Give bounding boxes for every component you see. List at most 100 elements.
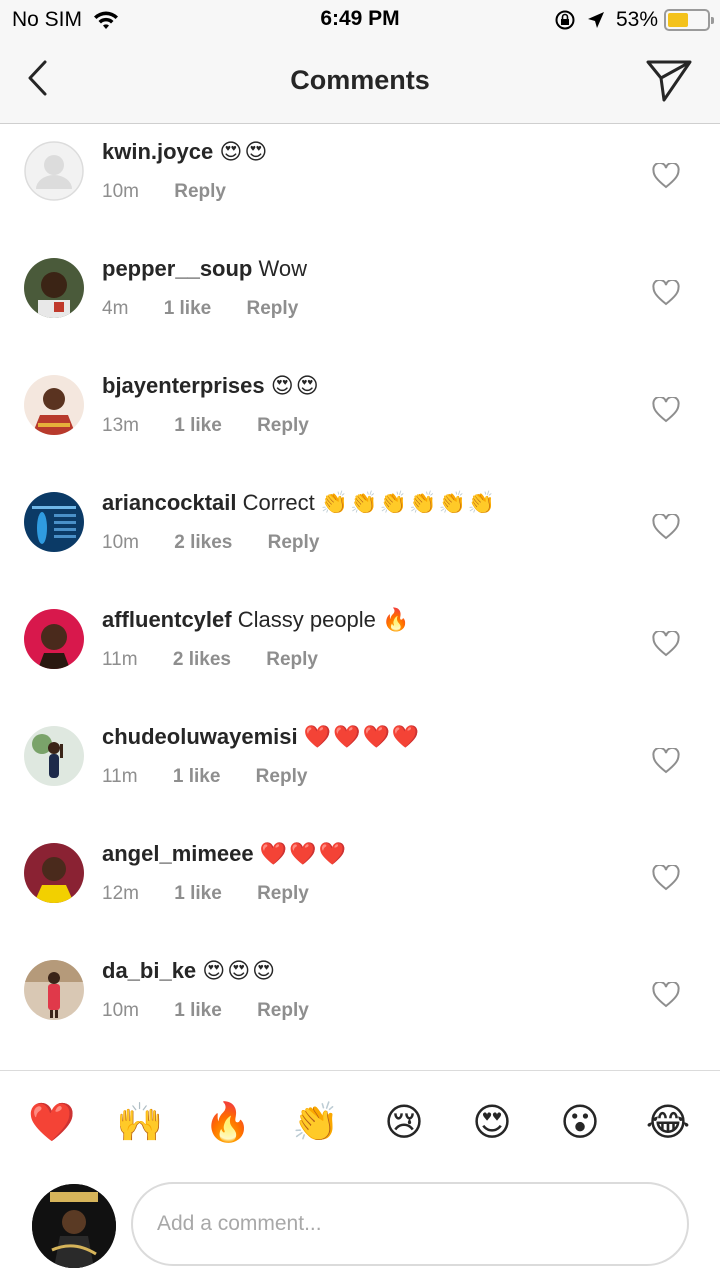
comment-composer (0, 1176, 720, 1280)
comment-time: 4m (102, 298, 129, 319)
comment-meta: 11m 1 like Reply (102, 766, 337, 788)
comment-text: angel_mimeee ❤️❤️❤️ (102, 841, 348, 867)
avatar[interactable] (24, 492, 84, 552)
comment-row: angel_mimeee ❤️❤️❤️ 12m 1 like Reply (0, 827, 720, 944)
paper-plane-icon[interactable] (644, 54, 694, 104)
comment-meta: 4m 1 like Reply (102, 298, 328, 320)
orientation-lock-icon (555, 10, 575, 30)
status-bar: No SIM 6:49 PM 53% (0, 0, 720, 40)
comment-emoji: ❤️❤️❤️❤️ (303, 724, 422, 749)
reaction-crying-face[interactable]: 😢 (377, 1101, 431, 1145)
reaction-surprised-face[interactable]: 😮 (553, 1101, 607, 1145)
comment-username[interactable]: ariancocktail (102, 490, 237, 515)
comment-emoji: 😍😍 (219, 139, 270, 164)
comment-meta: 12m 1 like Reply (102, 883, 339, 905)
comment-time: 11m (102, 766, 138, 787)
reply-button[interactable]: Reply (257, 415, 309, 436)
heart-outline-icon[interactable] (652, 982, 680, 1008)
comment-text: bjayenterprises 😍😍 (102, 373, 321, 399)
comment-row: bjayenterprises 😍😍 13m 1 like Reply (0, 359, 720, 476)
reply-button[interactable]: Reply (257, 883, 309, 904)
likes-count[interactable]: 1 like (174, 883, 222, 904)
reply-button[interactable]: Reply (256, 766, 308, 787)
avatar[interactable] (24, 960, 84, 1020)
comment-text: ariancocktail Correct 👏👏👏👏👏👏 (102, 490, 497, 516)
comment-text: da_bi_ke 😍😍😍 (102, 958, 277, 984)
comment-text: chudeoluwayemisi ❤️❤️❤️❤️ (102, 724, 421, 750)
comment-emoji: 👏👏👏👏👏👏 (320, 490, 498, 515)
reaction-raised-hands[interactable]: 🙌 (113, 1101, 167, 1145)
comment-text: affluentcylef Classy people 🔥 (102, 607, 411, 633)
reply-button[interactable]: Reply (174, 181, 226, 202)
comment-username[interactable]: affluentcylef (102, 607, 232, 632)
reply-button[interactable]: Reply (247, 298, 299, 319)
heart-outline-icon[interactable] (652, 163, 680, 189)
avatar[interactable] (24, 258, 84, 318)
likes-count[interactable]: 2 likes (173, 649, 231, 670)
reaction-fire[interactable]: 🔥 (201, 1101, 255, 1145)
comment-emoji: 🔥 (382, 607, 412, 632)
page-title: Comments (290, 65, 430, 95)
emoji-reaction-bar: ❤️ 🙌 🔥 👏 😢 😍 😮 😂 (0, 1070, 720, 1176)
likes-count[interactable]: 1 like (174, 415, 222, 436)
comment-body: Correct (242, 490, 315, 515)
reaction-tears-of-joy[interactable]: 😂 (641, 1101, 695, 1145)
comment-text: pepper__soup Wow (102, 256, 307, 282)
reaction-heart-eyes[interactable]: 😍 (465, 1101, 519, 1145)
comment-time: 10m (102, 181, 139, 202)
heart-outline-icon[interactable] (652, 631, 680, 657)
comment-username[interactable]: da_bi_ke (102, 958, 196, 983)
comment-row: da_bi_ke 😍😍😍 10m 1 like Reply (0, 944, 720, 1061)
comment-body: Classy people (237, 607, 376, 632)
comment-meta: 10m Reply (102, 181, 256, 203)
comment-username[interactable]: bjayenterprises (102, 373, 265, 398)
likes-count[interactable]: 2 likes (174, 532, 232, 553)
reaction-clapping-hands[interactable]: 👏 (289, 1101, 343, 1145)
likes-count[interactable]: 1 like (173, 766, 221, 787)
comment-emoji: ❤️❤️❤️ (259, 841, 348, 866)
avatar[interactable] (24, 375, 84, 435)
comment-time: 13m (102, 415, 139, 436)
comment-meta: 10m 1 like Reply (102, 1000, 339, 1022)
heart-outline-icon[interactable] (652, 514, 680, 540)
comment-row: pepper__soup Wow 4m 1 like Reply (0, 242, 720, 359)
heart-outline-icon[interactable] (652, 280, 680, 306)
reaction-heart[interactable]: ❤️ (25, 1101, 79, 1145)
comment-meta: 10m 2 likes Reply (102, 532, 349, 554)
avatar[interactable] (24, 726, 84, 786)
reply-button[interactable]: Reply (266, 649, 318, 670)
comments-header: Comments (0, 40, 720, 124)
comment-username[interactable]: pepper__soup (102, 256, 252, 281)
comment-time: 11m (102, 649, 138, 670)
battery-fill (668, 13, 689, 27)
reply-button[interactable]: Reply (268, 532, 320, 553)
battery-percent: 53% (615, 8, 658, 31)
battery-icon (664, 9, 714, 31)
heart-outline-icon[interactable] (652, 748, 680, 774)
comment-row: affluentcylef Classy people 🔥 11m 2 like… (0, 593, 720, 710)
comment-meta: 13m 1 like Reply (102, 415, 339, 437)
comment-time: 12m (102, 883, 139, 904)
heart-outline-icon[interactable] (652, 865, 680, 891)
comment-row: chudeoluwayemisi ❤️❤️❤️❤️ 11m 1 like Rep… (0, 710, 720, 827)
comment-time: 10m (102, 1000, 139, 1021)
comment-time: 10m (102, 532, 139, 553)
comment-meta: 11m 2 likes Reply (102, 649, 348, 671)
heart-outline-icon[interactable] (652, 397, 680, 423)
comments-list: kwin.joyce 😍😍 10m Reply pepper__soup Wow (0, 125, 720, 1061)
avatar[interactable] (24, 141, 84, 201)
avatar[interactable] (24, 609, 84, 669)
comment-emoji: 😍😍 (270, 373, 321, 398)
avatar[interactable] (24, 843, 84, 903)
comment-row: kwin.joyce 😍😍 10m Reply (0, 125, 720, 242)
comment-text: kwin.joyce 😍😍 (102, 139, 269, 165)
comment-username[interactable]: chudeoluwayemisi (102, 724, 298, 749)
likes-count[interactable]: 1 like (164, 298, 212, 319)
avatar (32, 1184, 116, 1268)
add-comment-input[interactable] (131, 1182, 689, 1266)
comment-username[interactable]: kwin.joyce (102, 139, 213, 164)
status-icons: 53% (554, 8, 714, 32)
likes-count[interactable]: 1 like (174, 1000, 222, 1021)
comment-username[interactable]: angel_mimeee (102, 841, 254, 866)
reply-button[interactable]: Reply (257, 1000, 309, 1021)
